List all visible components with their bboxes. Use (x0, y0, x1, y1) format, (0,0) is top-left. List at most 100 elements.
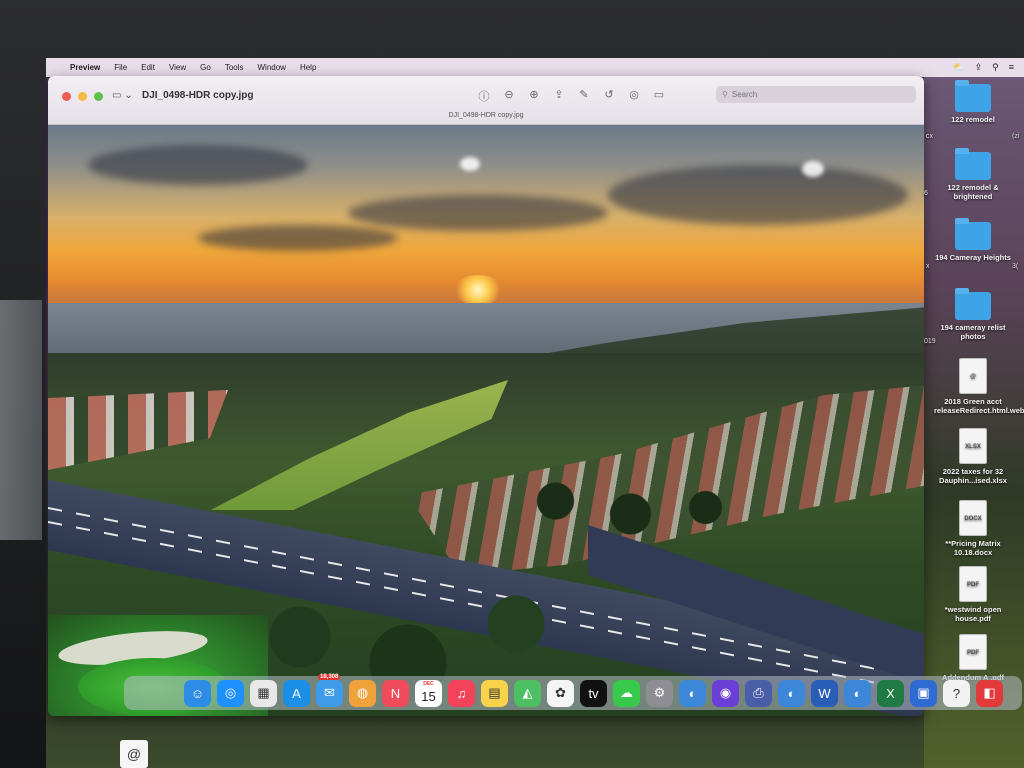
dock-apple-tv-icon[interactable]: tv (580, 679, 607, 707)
search-spotlight-icon[interactable]: ⚲ (992, 62, 999, 73)
docx-file-icon: DOCX (959, 500, 987, 536)
desktop-folder-122-remodel[interactable]: 122 remodel (934, 80, 1012, 124)
dock-glyph: N (390, 685, 401, 701)
desktop-file-westwind-pdf[interactable]: PDF *westwind open house.pdf (934, 566, 1012, 623)
dock-glyph: ◎ (224, 685, 237, 700)
dock-glyph: X (886, 685, 895, 701)
menu-help[interactable]: Help (300, 63, 316, 72)
photo-cloud (198, 225, 398, 251)
dock-app-store-icon[interactable]: A (283, 679, 310, 707)
zoom-button[interactable] (94, 92, 103, 101)
desktop-file-pricing-docx[interactable]: DOCX **Pricing Matrix 10.18.docx (934, 500, 1012, 557)
rotate-icon[interactable]: ↺ (603, 88, 615, 104)
pdf-file-icon: PDF (959, 634, 987, 670)
desktop-folder-194-cameray-heights[interactable]: 194 Cameray Heights (934, 218, 1012, 262)
calendar-month: DEC (423, 680, 434, 687)
dock-maps-icon[interactable]: ◭ (514, 679, 541, 707)
dock-system-settings-icon[interactable]: ⚙ (646, 679, 673, 707)
desktop-file-addendum-pdf[interactable]: PDF Addendum A .pdf (934, 634, 1012, 682)
zoom-out-icon[interactable]: ⊖ (503, 88, 515, 104)
dock-excel-icon[interactable]: X (877, 679, 904, 707)
desktop-folder-194-cameray-relist[interactable]: 194 cameray relist photos (934, 288, 1012, 341)
menu-view[interactable]: View (169, 63, 186, 72)
close-button[interactable] (62, 92, 71, 101)
dock-glyph: ▤ (488, 685, 501, 700)
dock-mail-icon[interactable]: ✉ 18,308 (316, 673, 343, 707)
dock-safari-icon[interactable]: ◎ (217, 679, 244, 707)
dock-glyph: ◐ (853, 685, 862, 701)
markup-icon[interactable]: ✎ (578, 88, 590, 104)
dock-printer-icon[interactable]: ⎙ (745, 679, 772, 707)
dock-help-icon[interactable]: ? (943, 679, 970, 707)
dock-siri-icon[interactable]: ◉ (712, 679, 739, 707)
menu-app-preview[interactable]: Preview (70, 63, 100, 72)
dock-news-icon[interactable]: N (382, 679, 409, 707)
desktop-file-webloc[interactable]: @ 2018 Green acct releaseRedirect.html.w… (934, 358, 1024, 415)
dock-word-icon[interactable]: W (811, 679, 838, 707)
info-icon[interactable]: ⓘ (478, 88, 490, 104)
desktop-file-taxes-xlsx[interactable]: XLSX 2022 taxes for 32 Dauphin...ised.xl… (934, 428, 1012, 485)
search-icon: ⚲ (722, 90, 728, 99)
dock-glyph: ? (952, 685, 961, 701)
menu-go[interactable]: Go (200, 63, 211, 72)
dock-glyph: W (818, 685, 831, 701)
minimize-button[interactable] (78, 92, 87, 101)
control-center-icon[interactable]: ≡ (1009, 62, 1014, 73)
mail-badge: 18,308 (318, 673, 341, 680)
dock-finder-icon[interactable]: ☺ (184, 679, 211, 707)
dock-photos-icon[interactable]: ✿ (547, 679, 574, 707)
photo-canvas[interactable] (48, 125, 924, 716)
desktop-icon-label: 122 remodel (951, 115, 995, 124)
menu-window[interactable]: Window (258, 63, 286, 72)
webloc-file-icon: @ (959, 358, 987, 394)
photo-sun (453, 275, 503, 305)
share-icon[interactable]: ⇪ (553, 88, 565, 104)
desktop-icon-label: 2018 Green acct releaseRedirect.html.web… (934, 397, 1024, 415)
zoom-in-icon[interactable]: ⊕ (528, 88, 540, 104)
desktop-clipped-label: 6 (924, 190, 928, 197)
dock-glyph: ♫ (456, 685, 467, 701)
annotate-icon[interactable]: ▭ (653, 88, 665, 104)
dock-music-icon[interactable]: ♫ (448, 679, 475, 707)
desktop-clipped-label: x (926, 263, 930, 270)
dock-globe-app-1-icon[interactable]: ◐ (679, 679, 706, 707)
bezel-tape (0, 300, 42, 540)
document-subtitle: DJI_0498-HDR copy.jpg (448, 112, 524, 119)
photo-cloud (608, 165, 908, 225)
highlight-icon[interactable]: ◎ (628, 88, 640, 104)
window-controls (62, 92, 103, 101)
dock-contacts-icon[interactable]: ◍ (349, 679, 376, 707)
menu-edit[interactable]: Edit (141, 63, 155, 72)
dock-notes-icon[interactable]: ▤ (481, 679, 508, 707)
folder-icon (955, 218, 991, 250)
dock-glyph: ⎙ (753, 685, 764, 700)
screen-glare (802, 161, 824, 177)
desktop-clipped-label: (zi (1012, 133, 1020, 140)
screen-glare (460, 157, 480, 171)
dock-globe-app-3-icon[interactable]: ◐ (844, 679, 871, 707)
search-input[interactable] (731, 90, 902, 99)
desktop-webloc-partial-icon[interactable]: @ (120, 740, 148, 768)
window-title: DJI_0498-HDR copy.jpg (142, 90, 254, 101)
dock-remote-app-icon[interactable]: ◧ (976, 679, 1003, 707)
folder-icon (955, 148, 991, 180)
photo-cloud (348, 195, 608, 231)
dock-glyph: ◉ (719, 685, 732, 700)
dock-screen-sharing-icon[interactable]: ▣ (910, 679, 937, 707)
preview-window: ▭ ⌄ DJI_0498-HDR copy.jpg ⓘ ⊖ ⊕ ⇪ ✎ ↺ ◎ … (48, 76, 924, 716)
menu-tools[interactable]: Tools (225, 63, 244, 72)
dock-globe-app-2-icon[interactable]: ◐ (778, 679, 805, 707)
weather-icon[interactable]: ⛅ (953, 62, 964, 73)
input-icon[interactable]: ⇪ (975, 62, 983, 73)
folder-icon (955, 288, 991, 320)
search-field[interactable]: ⚲ (716, 86, 916, 103)
dock: ☺ ◎ ▦ A ✉ 18,308 ◍ N DEC 15 ♫ ▤ ◭ ✿ tv ☁ ⚙ ◐ ◉ ⎙ ◐ W ◐ X ▣? ◧ (124, 673, 1022, 710)
menu-file[interactable]: File (114, 63, 127, 72)
dock-launchpad-icon[interactable]: ▦ (250, 679, 277, 707)
dock-messages-icon[interactable]: ☁ (613, 679, 640, 707)
desktop-folder-122-remodel-brightened[interactable]: 122 remodel & brightened (934, 148, 1012, 201)
sidebar-toggle-icon[interactable]: ▭ ⌄ (112, 90, 133, 101)
photo-cloud (88, 145, 308, 185)
dock-calendar-icon[interactable]: DEC 15 (415, 679, 442, 707)
dock-glyph: ◍ (356, 685, 369, 700)
